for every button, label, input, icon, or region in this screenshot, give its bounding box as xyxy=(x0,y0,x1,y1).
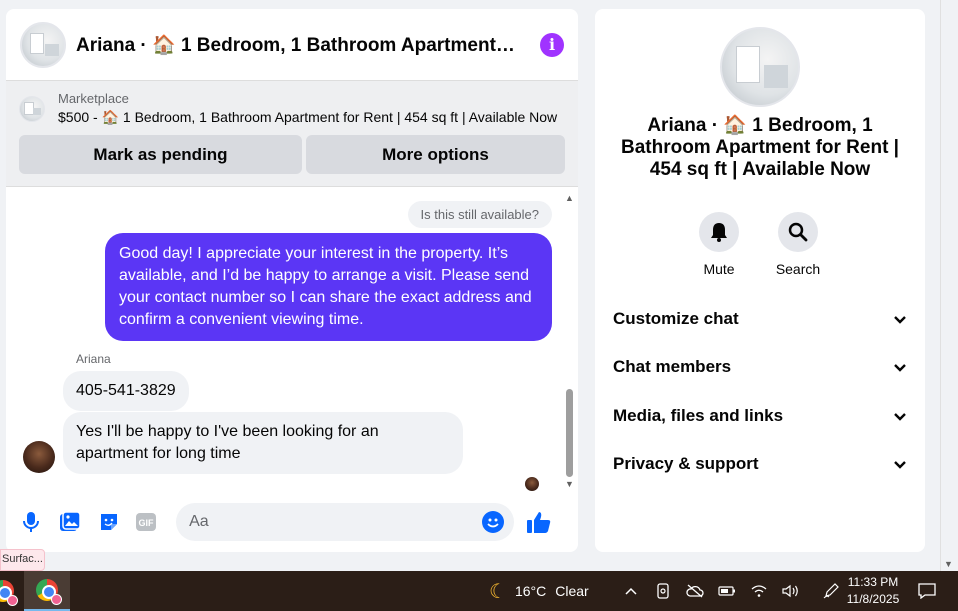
listing-avatar[interactable] xyxy=(720,27,800,107)
listing-thumbnail[interactable] xyxy=(20,21,66,68)
photo-icon[interactable] xyxy=(57,509,82,535)
sender-name: Ariana xyxy=(76,352,111,366)
chevron-down-icon xyxy=(894,315,906,324)
scroll-down-arrow-icon[interactable]: ▼ xyxy=(565,479,574,489)
chevron-down-icon xyxy=(894,460,906,469)
system-tray xyxy=(615,571,847,611)
taskbar-chrome-app-active[interactable] xyxy=(24,571,70,611)
meet-now-icon[interactable] xyxy=(647,571,679,611)
marketplace-listing-banner: Marketplace $500 - 🏠 1 Bedroom, 1 Bathro… xyxy=(6,81,578,187)
taskbar: ☾ 16°C Clear 11:33 PM 11/8/2025 xyxy=(0,571,958,611)
search-icon xyxy=(778,212,818,252)
bell-icon xyxy=(699,212,739,252)
customize-chat-row[interactable]: Customize chat xyxy=(613,304,907,334)
media-files-links-row[interactable]: Media, files and links xyxy=(613,401,907,431)
listing-title: $500 - 🏠 1 Bedroom, 1 Bathroom Apartment… xyxy=(58,109,558,125)
scroll-up-arrow-icon[interactable]: ▲ xyxy=(565,193,574,203)
chat-title[interactable]: Ariana · 🏠 1 Bedroom, 1 Bathroom Apartme… xyxy=(76,33,516,57)
customize-chat-label: Customize chat xyxy=(613,309,739,328)
volume-icon[interactable] xyxy=(775,571,807,611)
outgoing-message[interactable]: Good day! I appreciate your interest in … xyxy=(105,233,552,341)
privacy-support-row[interactable]: Privacy & support xyxy=(613,449,907,479)
chrome-icon xyxy=(36,579,62,605)
weather-widget[interactable]: ☾ 16°C Clear xyxy=(489,571,589,611)
message-scrollbar[interactable]: ▲ ▼ xyxy=(565,189,574,489)
chevron-up-icon[interactable] xyxy=(615,571,647,611)
emoji-icon[interactable] xyxy=(481,511,504,533)
scrollbar-thumb[interactable] xyxy=(566,389,573,477)
info-icon[interactable]: i xyxy=(540,32,564,57)
chat-members-row[interactable]: Chat members xyxy=(613,352,907,382)
chat-panel: Ariana · 🏠 1 Bedroom, 1 Bathroom Apartme… xyxy=(6,9,578,552)
scroll-down-arrow-icon[interactable]: ▼ xyxy=(944,559,953,569)
privacy-support-label: Privacy & support xyxy=(613,454,759,473)
clock-time: 11:33 PM xyxy=(847,575,899,589)
marketplace-label: Marketplace xyxy=(58,91,129,106)
chevron-down-icon xyxy=(894,363,906,372)
thumbs-up-icon[interactable] xyxy=(526,509,552,535)
weather-description: Clear xyxy=(555,583,589,599)
more-options-button[interactable]: More options xyxy=(306,135,565,174)
chat-members-label: Chat members xyxy=(613,357,732,376)
listing-thumbnail-small xyxy=(19,95,45,122)
conversation-info-panel: Ariana · 🏠 1 Bedroom, 1 Bathroom Apartme… xyxy=(595,9,925,552)
chevron-down-icon xyxy=(894,412,906,421)
incoming-message[interactable]: 405-541-3829 xyxy=(63,371,189,411)
weather-temperature: 16°C xyxy=(514,583,547,599)
tooltip: Surfac... xyxy=(0,549,45,571)
microphone-icon[interactable] xyxy=(18,509,43,535)
quoted-message[interactable]: Is this still available? xyxy=(407,201,552,228)
conversation-title: Ariana · 🏠 1 Bedroom, 1 Bathroom Apartme… xyxy=(620,115,899,180)
listing-text: Marketplace $500 - 🏠 1 Bedroom, 1 Bathro… xyxy=(58,91,563,126)
moon-icon: ☾ xyxy=(489,580,507,603)
chrome-icon xyxy=(0,580,18,606)
listing-row[interactable]: Marketplace $500 - 🏠 1 Bedroom, 1 Bathro… xyxy=(19,91,565,126)
message-list: Is this still available? Good day! I app… xyxy=(6,189,564,494)
avatar[interactable] xyxy=(23,441,55,473)
incoming-message[interactable]: Yes I'll be happy to I've been looking f… xyxy=(63,412,463,474)
chat-header: Ariana · 🏠 1 Bedroom, 1 Bathroom Apartme… xyxy=(6,9,578,81)
message-composer: GIF Aa xyxy=(6,492,578,552)
svg-text:GIF: GIF xyxy=(138,518,154,528)
system-clock[interactable]: 11:33 PM 11/8/2025 xyxy=(838,574,908,608)
gif-icon[interactable]: GIF xyxy=(133,509,158,535)
mark-as-pending-button[interactable]: Mark as pending xyxy=(19,135,302,174)
wifi-icon[interactable] xyxy=(743,571,775,611)
mute-button[interactable]: Mute xyxy=(689,212,749,277)
battery-icon[interactable] xyxy=(711,571,743,611)
page-scrollbar[interactable]: ▼ xyxy=(940,0,958,571)
media-files-links-label: Media, files and links xyxy=(613,406,784,425)
cloud-off-icon[interactable] xyxy=(679,571,711,611)
taskbar-chrome-app[interactable] xyxy=(0,571,24,611)
search-label: Search xyxy=(775,261,821,277)
clock-date: 11/8/2025 xyxy=(846,592,900,606)
scrollbar-edge xyxy=(940,0,941,571)
message-input-placeholder: Aa xyxy=(189,513,209,530)
mute-label: Mute xyxy=(703,261,735,277)
sticker-icon[interactable] xyxy=(96,509,121,535)
seen-avatar xyxy=(525,477,539,491)
notification-center-icon[interactable] xyxy=(912,571,942,611)
message-input[interactable]: Aa xyxy=(176,503,514,541)
listing-buttons: Mark as pending More options xyxy=(19,135,565,174)
search-button[interactable]: Search xyxy=(768,212,828,277)
